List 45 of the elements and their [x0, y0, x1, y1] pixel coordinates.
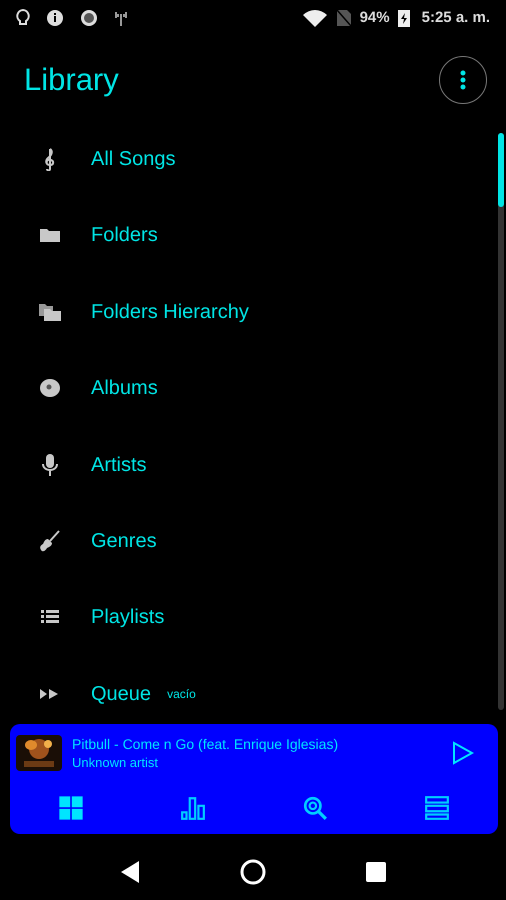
library-item[interactable]: Playlists [0, 587, 506, 648]
page-title: Library [24, 60, 119, 99]
clock: 5:25 a. m. [422, 8, 490, 28]
library-item[interactable]: Folders Hierarchy [0, 282, 506, 342]
no-sim-icon [336, 9, 352, 27]
record-icon [80, 9, 98, 27]
track-title: Pitbull - Come n Go (feat. Enrique Iglesias) [72, 735, 338, 754]
stack-icon [424, 795, 450, 821]
lightbulb-icon [16, 9, 30, 27]
info-icon [46, 9, 64, 27]
home-icon [238, 858, 267, 886]
recents-button[interactable] [366, 862, 386, 882]
grid-icon [58, 795, 84, 821]
library-item[interactable]: Genres [0, 510, 506, 571]
more-vertical-icon [460, 70, 466, 90]
library-item[interactable]: Albums [0, 358, 506, 418]
battery-percent: 94% [360, 8, 390, 28]
guitar-icon [38, 528, 62, 553]
back-icon [120, 860, 140, 884]
battery-charging-icon [398, 9, 410, 27]
search-icon [302, 795, 328, 821]
item-label: Artists [91, 452, 147, 478]
home-button[interactable] [238, 858, 267, 886]
item-note: vacío [167, 686, 196, 703]
library-item[interactable]: Artists [0, 434, 506, 495]
wifi-icon [302, 9, 328, 27]
back-button[interactable] [120, 860, 140, 884]
play-button[interactable] [452, 741, 474, 765]
play-icon [452, 741, 474, 765]
item-label: Playlists [91, 605, 164, 630]
item-label: Folders [91, 223, 158, 248]
item-label: Albums [91, 376, 158, 402]
bar-chart-icon [180, 795, 206, 821]
library-item[interactable]: All Songs [0, 129, 506, 189]
antenna-icon [114, 10, 128, 26]
item-label: Queue [91, 682, 152, 707]
track-artist: Unknown artist [72, 754, 159, 772]
library-item[interactable]: Folders [0, 205, 506, 266]
library-item[interactable]: Queue vacío [0, 664, 506, 724]
scrollbar-thumb[interactable] [498, 133, 504, 207]
item-label: Genres [91, 528, 157, 554]
item-label: Folders Hierarchy [91, 300, 249, 325]
more-button[interactable] [439, 56, 487, 104]
item-label: All Songs [91, 147, 176, 172]
recents-icon [366, 862, 386, 882]
